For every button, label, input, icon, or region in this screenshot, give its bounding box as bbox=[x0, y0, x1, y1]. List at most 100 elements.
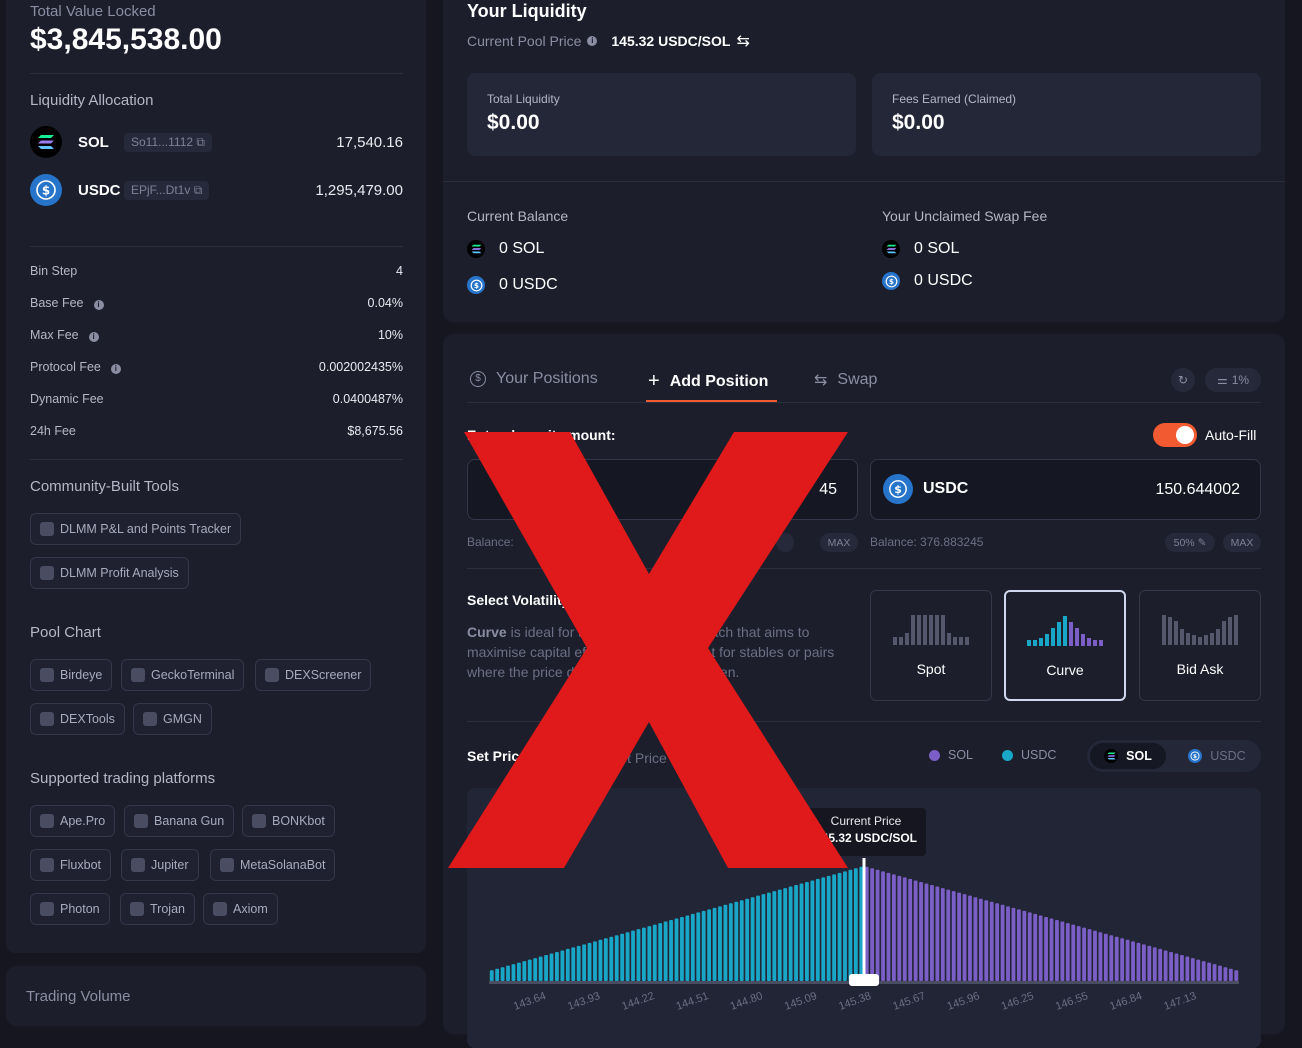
pool-chart-title: Pool Chart bbox=[30, 624, 101, 641]
liquidity-bin-bar bbox=[680, 916, 684, 981]
tool-profit-analysis-button[interactable]: DLMM Profit Analysis bbox=[30, 557, 189, 589]
denom-usdc-option[interactable]: $ USDC bbox=[1179, 743, 1255, 769]
tool-label: Trojan bbox=[150, 902, 185, 916]
fee-value: 10% bbox=[377, 328, 403, 342]
liquidity-bin-bar bbox=[1158, 948, 1163, 981]
jupiter-button[interactable]: Jupiter bbox=[121, 849, 199, 881]
positions-icon: $ bbox=[470, 371, 486, 387]
info-icon[interactable]: i bbox=[93, 300, 104, 310]
liquidity-bin-bar bbox=[1000, 904, 1005, 981]
strategy-spot-card[interactable]: Spot bbox=[870, 590, 992, 701]
liquidity-bin-bar bbox=[1234, 970, 1239, 981]
strategy-label: Bid Ask bbox=[1176, 661, 1224, 677]
unclaimed-fee-title: Your Unclaimed Swap Fee bbox=[882, 208, 1048, 224]
sol-amount-input[interactable]: 45 bbox=[467, 459, 858, 520]
address-link[interactable]: So11...1112 ⧉ bbox=[124, 132, 212, 152]
metasolanabot-button[interactable]: MetaSolanaBot bbox=[210, 849, 336, 881]
liquidity-bin-bar bbox=[1109, 935, 1114, 981]
strategy-bid-ask-card[interactable]: Bid Ask bbox=[1139, 590, 1261, 701]
legend-label: USDC bbox=[1021, 748, 1057, 762]
info-icon[interactable]: i bbox=[110, 364, 121, 374]
banana-gun-button[interactable]: Banana Gun bbox=[124, 805, 235, 837]
sol-half-button[interactable] bbox=[776, 533, 794, 552]
slippage-settings-button[interactable]: ⚌ 1% bbox=[1205, 368, 1261, 392]
liquidity-bin-bar bbox=[951, 891, 956, 981]
gmgn-button[interactable]: GMGN bbox=[133, 703, 212, 735]
liquidity-bin-bar bbox=[1071, 924, 1076, 981]
fee-label: Bin Step bbox=[30, 264, 78, 278]
dextools-button[interactable]: DEXTools bbox=[30, 703, 125, 735]
geckoterminal-button[interactable]: GeckoTerminal bbox=[121, 659, 245, 691]
trojan-button[interactable]: Trojan bbox=[120, 893, 195, 925]
price-denomination-toggle[interactable]: SOL $ USDC bbox=[1087, 740, 1261, 772]
your-liquidity-panel: Your Liquidity Current Pool Price i 145.… bbox=[443, 0, 1285, 322]
liquidity-bin-bar bbox=[913, 880, 918, 981]
liquidity-bin-bar bbox=[1136, 942, 1141, 981]
info-icon[interactable]: i bbox=[88, 332, 99, 342]
address-link[interactable]: EPjF...Dt1v ⧉ bbox=[124, 180, 210, 200]
liquidity-bin-bar bbox=[739, 900, 744, 981]
tab-add-position[interactable]: + Add Position bbox=[648, 370, 768, 393]
liquidity-bin-bar bbox=[946, 889, 951, 981]
set-price-alt: Set Price bbox=[610, 750, 667, 766]
trading-volume-title: Trading Volume bbox=[26, 988, 131, 1005]
fee-row-max-fee: Max Fee i 10% bbox=[30, 328, 403, 342]
liquidity-bin-bar bbox=[1163, 950, 1168, 981]
ape-pro-button[interactable]: Ape.Pro bbox=[30, 805, 116, 837]
liquidity-bin-bar bbox=[973, 897, 978, 981]
shape-bar bbox=[1039, 638, 1043, 646]
liquidity-bin-bar bbox=[821, 877, 826, 981]
distribution-chart-svg[interactable]: Current Price 145.32 USDC/SOL 143.64 143.93… bbox=[467, 788, 1261, 1048]
divider bbox=[467, 568, 1261, 569]
liquidity-bin-bar bbox=[1228, 968, 1233, 981]
shape-bar bbox=[1081, 634, 1085, 646]
sol-icon bbox=[882, 240, 900, 258]
volatility-description: Curve is ideal for a concentrated approa… bbox=[467, 622, 837, 682]
fluxbot-button[interactable]: Fluxbot bbox=[30, 849, 111, 881]
tool-pnl-tracker-button[interactable]: DLMM P&L and Points Tracker bbox=[30, 513, 242, 545]
strategy-curve-card[interactable]: Curve bbox=[1004, 590, 1126, 701]
liquidity-bin-bar bbox=[826, 875, 831, 981]
liquidity-bin-bar bbox=[620, 933, 625, 981]
metasolanabot-icon bbox=[220, 858, 234, 872]
fee-row-24h-fee: 24h Fee $8,675.56 bbox=[30, 424, 403, 438]
sol-icon bbox=[1104, 749, 1119, 763]
tab-swap[interactable]: ⇆ Swap bbox=[814, 370, 877, 390]
liquidity-bin-bar bbox=[870, 868, 875, 981]
birdeye-button[interactable]: Birdeye bbox=[30, 659, 113, 691]
usdc-amount-input[interactable]: $ USDC 150.644002 bbox=[870, 459, 1261, 520]
dexscreener-button[interactable]: DEXScreener bbox=[255, 659, 372, 691]
swap-direction-icon[interactable]: ⇆ bbox=[736, 31, 749, 51]
legend-dot bbox=[929, 749, 940, 761]
shape-bar bbox=[923, 615, 927, 645]
axiom-button[interactable]: Axiom bbox=[203, 893, 278, 925]
fee-value: $8,675.56 bbox=[347, 424, 403, 438]
sol-max-button[interactable]: MAX bbox=[820, 533, 858, 552]
shape-bar bbox=[929, 615, 933, 645]
usdc-max-button[interactable]: MAX bbox=[1223, 533, 1261, 552]
liquidity-bin-bar bbox=[1131, 941, 1135, 981]
liquidity-bin-bar bbox=[897, 875, 902, 981]
photon-button[interactable]: Photon bbox=[30, 893, 110, 925]
liquidity-bin-bar bbox=[1141, 944, 1146, 981]
price-drag-handle[interactable] bbox=[849, 974, 879, 986]
info-icon[interactable]: i bbox=[587, 36, 598, 46]
shape-bar bbox=[1162, 615, 1166, 645]
fee-row-protocol-fee: Protocol Fee i 0.002002435% bbox=[30, 360, 403, 374]
current-balance-sol: 0 SOL bbox=[467, 240, 544, 258]
autofill-toggle[interactable] bbox=[1153, 423, 1197, 447]
shape-bar bbox=[935, 615, 939, 645]
liquidity-bin-bar bbox=[652, 924, 657, 981]
unclaimed-fee-sol: 0 SOL bbox=[882, 240, 959, 258]
bonkbot-button[interactable]: BONKbot bbox=[242, 805, 335, 837]
liquidity-bin-bar bbox=[609, 936, 614, 981]
tab-your-positions[interactable]: $ Your Positions bbox=[470, 370, 598, 388]
denom-sol-option[interactable]: SOL bbox=[1090, 743, 1166, 769]
refresh-button[interactable]: ↻ bbox=[1171, 368, 1195, 392]
svg-text:$: $ bbox=[474, 281, 479, 290]
liquidity-bin-bar bbox=[799, 883, 804, 981]
shape-bar bbox=[1063, 616, 1067, 646]
liquidity-bin-bar bbox=[886, 872, 891, 981]
banana-gun-icon bbox=[134, 814, 148, 828]
usdc-half-button[interactable]: 50% ✎ bbox=[1165, 533, 1215, 552]
